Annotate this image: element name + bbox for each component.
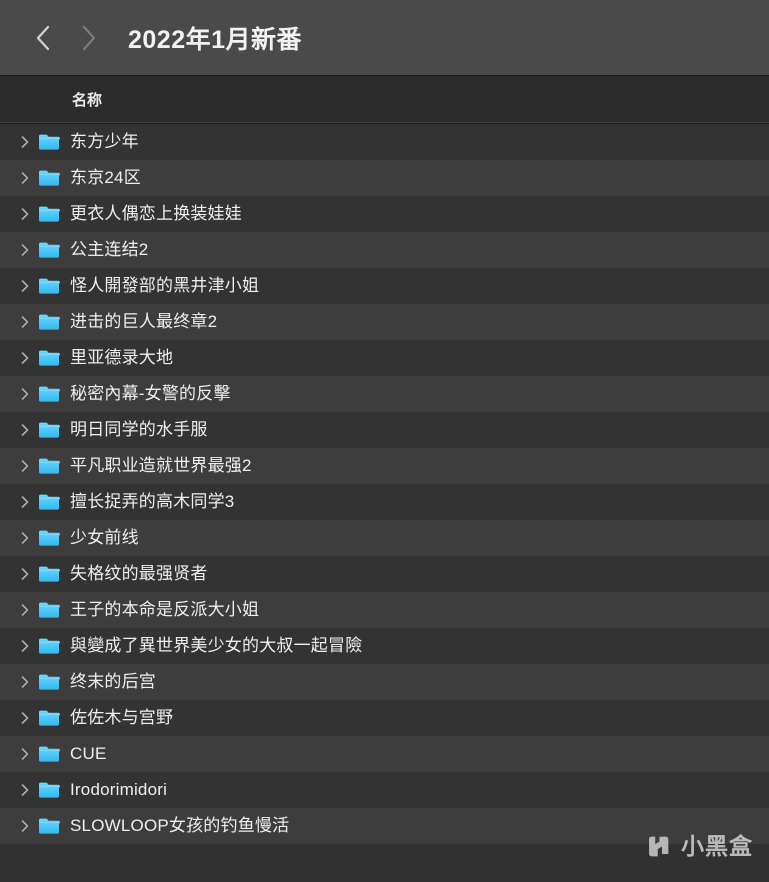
folder-icon [38,205,60,223]
row-label: 失格纹的最强贤者 [70,564,208,583]
row-label: CUE [70,744,107,763]
row-label: 东京24区 [70,168,141,187]
chevron-right-icon[interactable] [14,520,36,556]
chevron-right-icon[interactable] [14,232,36,268]
chevron-right-icon[interactable] [14,628,36,664]
chevron-right-icon[interactable] [14,340,36,376]
chevron-right-icon[interactable] [14,304,36,340]
row-label: 终末的后宫 [70,672,156,691]
folder-icon [38,385,60,403]
folder-icon [38,673,60,691]
table-row[interactable]: 更衣人偶恋上换装娃娃 [0,196,769,232]
folder-icon [38,169,60,187]
table-row[interactable]: 进击的巨人最终章2 [0,304,769,340]
table-row[interactable]: 佐佐木与宫野 [0,700,769,736]
row-label: 东方少年 [70,132,139,151]
table-row[interactable]: 與變成了異世界美少女的大叔一起冒險 [0,628,769,664]
row-label: Irodorimidori [70,780,168,799]
row-label: 秘密內幕-女警的反擊 [70,384,231,403]
table-row[interactable]: 失格纹的最强贤者 [0,556,769,592]
folder-icon [38,529,60,547]
row-label: 里亚德录大地 [70,348,174,367]
folder-icon [38,421,60,439]
folder-icon [38,601,60,619]
chevron-right-icon[interactable] [14,412,36,448]
table-row[interactable]: 东方少年 [0,124,769,160]
folder-icon [38,349,60,367]
table-row[interactable]: 少女前线 [0,520,769,556]
column-header-bar: 名称 [0,76,769,124]
folder-icon [38,133,60,151]
folder-icon [38,817,60,835]
row-label: 與變成了異世界美少女的大叔一起冒險 [70,636,363,655]
chevron-right-icon[interactable] [14,556,36,592]
folder-icon [38,781,60,799]
file-browser-window: 2022年1月新番 名称 东方少年东京24区更衣人偶恋上换装娃娃 公主连结2 怪人開… [0,0,769,882]
chevron-right-icon[interactable] [14,592,36,628]
row-label: SLOWLOOP女孩的钓鱼慢活 [70,816,290,835]
back-button[interactable] [22,16,66,60]
table-row[interactable]: 王子的本命是反派大小姐 [0,592,769,628]
column-header-name[interactable]: 名称 [0,89,102,110]
folder-icon [38,709,60,727]
row-label: 明日同学的水手服 [70,420,208,439]
chevron-right-icon[interactable] [14,700,36,736]
row-label: 佐佐木与宫野 [70,708,174,727]
folder-icon [38,241,60,259]
table-row[interactable]: 秘密內幕-女警的反擊 [0,376,769,412]
chevron-right-icon[interactable] [14,736,36,772]
titlebar: 2022年1月新番 [0,0,769,76]
chevron-right-icon[interactable] [14,376,36,412]
row-label: 公主连结2 [70,240,149,259]
folder-icon [38,565,60,583]
row-label: 进击的巨人最终章2 [70,312,218,331]
row-label: 平凡职业造就世界最强2 [70,456,252,475]
window-title: 2022年1月新番 [128,25,303,54]
folder-icon [38,457,60,475]
folder-icon [38,745,60,763]
table-row[interactable]: 东京24区 [0,160,769,196]
table-row[interactable]: Irodorimidori [0,772,769,808]
chevron-right-icon[interactable] [14,124,36,160]
row-label: 擅长捉弄的高木同学3 [70,492,235,511]
table-row[interactable]: SLOWLOOP女孩的钓鱼慢活 [0,808,769,844]
chevron-right-icon[interactable] [14,268,36,304]
table-row[interactable]: 怪人開發部的黑井津小姐 [0,268,769,304]
chevron-right-icon[interactable] [14,664,36,700]
file-list[interactable]: 东方少年东京24区更衣人偶恋上换装娃娃 公主连结2 怪人開發部的黑井津小姐 进击的巨人… [0,124,769,882]
chevron-right-icon[interactable] [14,448,36,484]
row-label: 更衣人偶恋上换装娃娃 [70,204,242,223]
forward-button[interactable] [66,16,110,60]
folder-icon [38,313,60,331]
chevron-right-icon[interactable] [14,484,36,520]
folder-icon [38,493,60,511]
folder-icon [38,637,60,655]
row-label: 少女前线 [70,528,139,547]
chevron-right-icon[interactable] [14,160,36,196]
table-row[interactable]: CUE [0,736,769,772]
table-row[interactable]: 里亚德录大地 [0,340,769,376]
table-row[interactable]: 公主连结2 [0,232,769,268]
chevron-right-icon[interactable] [14,772,36,808]
table-row[interactable]: 平凡职业造就世界最强2 [0,448,769,484]
row-label: 王子的本命是反派大小姐 [70,600,260,619]
folder-icon [38,277,60,295]
table-row[interactable]: 明日同学的水手服 [0,412,769,448]
chevron-right-icon[interactable] [14,196,36,232]
row-label: 怪人開發部的黑井津小姐 [70,276,260,295]
table-row[interactable]: 终末的后宫 [0,664,769,700]
table-row[interactable]: 擅长捉弄的高木同学3 [0,484,769,520]
chevron-right-icon[interactable] [14,808,36,844]
